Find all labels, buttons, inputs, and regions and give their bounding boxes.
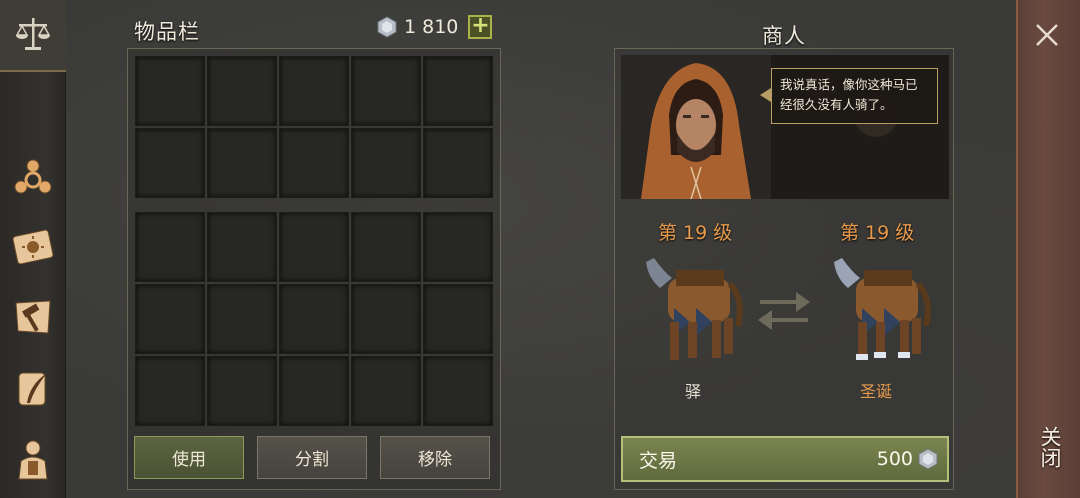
trade-label: 交易 <box>639 449 678 472</box>
inventory-slot[interactable] <box>423 212 493 282</box>
inventory-slot[interactable] <box>279 284 349 354</box>
silver-gem-icon <box>918 448 938 470</box>
group-icon[interactable] <box>6 150 60 204</box>
inventory-slot[interactable] <box>135 128 205 198</box>
sun-book-icon[interactable] <box>6 220 60 274</box>
side-navigation-rail <box>0 0 66 498</box>
character-icon[interactable] <box>6 432 60 486</box>
add-currency-button[interactable]: + <box>468 15 493 39</box>
inventory-slot[interactable] <box>135 212 205 282</box>
left-mount-horse[interactable] <box>638 248 746 370</box>
inventory-slot[interactable] <box>351 56 421 126</box>
inventory-slot[interactable] <box>423 356 493 426</box>
trade-button[interactable]: 交易 500 <box>621 436 949 482</box>
inventory-slot[interactable] <box>351 212 421 282</box>
inventory-slot[interactable] <box>207 284 277 354</box>
close-label[interactable]: 关闭 <box>1035 426 1065 468</box>
inventory-slot[interactable] <box>423 56 493 126</box>
speech-bubble-tail <box>760 88 771 102</box>
inventory-slot[interactable] <box>423 284 493 354</box>
inventory-slot[interactable] <box>135 56 205 126</box>
silver-gem-icon <box>377 16 397 38</box>
inventory-slot[interactable] <box>279 56 349 126</box>
inventory-panel: 使用 分割 移除 <box>127 48 501 490</box>
merchant-title: 商人 <box>762 24 806 48</box>
remove-button[interactable]: 移除 <box>380 436 490 479</box>
close-icon[interactable] <box>1030 18 1064 52</box>
inventory-grid-top <box>135 56 493 198</box>
inventory-slot[interactable] <box>423 128 493 198</box>
inventory-slot[interactable] <box>135 356 205 426</box>
inventory-grid-bottom <box>135 212 493 426</box>
right-mount-level: 第 19 级 <box>840 222 915 244</box>
inventory-slot[interactable] <box>279 356 349 426</box>
use-button[interactable]: 使用 <box>134 436 244 479</box>
quill-scroll-icon[interactable] <box>6 362 60 416</box>
inventory-slot[interactable] <box>207 356 277 426</box>
left-mount-level: 第 19 级 <box>658 222 733 244</box>
balance-scale-icon[interactable] <box>6 8 60 62</box>
currency-amount: 1 810 <box>404 16 459 38</box>
split-button[interactable]: 分割 <box>257 436 367 479</box>
right-mount-horse[interactable] <box>826 248 934 370</box>
inventory-slot[interactable] <box>135 284 205 354</box>
trade-price-value: 500 <box>876 448 913 470</box>
swap-arrows-icon <box>758 292 810 330</box>
inventory-slot[interactable] <box>207 128 277 198</box>
inventory-slot[interactable] <box>279 128 349 198</box>
merchant-speech-bubble: 我说真话，像你这种马已经很久没有人骑了。 <box>771 68 938 124</box>
trade-price: 500 <box>877 448 939 470</box>
close-panel-strip[interactable] <box>1016 0 1080 498</box>
currency-display: 1 810 + <box>376 14 493 40</box>
left-mount-name: 驿 <box>685 382 702 401</box>
hammer-map-icon[interactable] <box>6 290 60 344</box>
right-mount-name: 圣诞 <box>860 382 893 401</box>
inventory-title: 物品栏 <box>134 20 200 44</box>
inventory-slot[interactable] <box>351 356 421 426</box>
inventory-slot[interactable] <box>279 212 349 282</box>
inventory-slot[interactable] <box>207 56 277 126</box>
inventory-slot[interactable] <box>351 284 421 354</box>
inventory-slot[interactable] <box>351 128 421 198</box>
inventory-slot[interactable] <box>207 212 277 282</box>
